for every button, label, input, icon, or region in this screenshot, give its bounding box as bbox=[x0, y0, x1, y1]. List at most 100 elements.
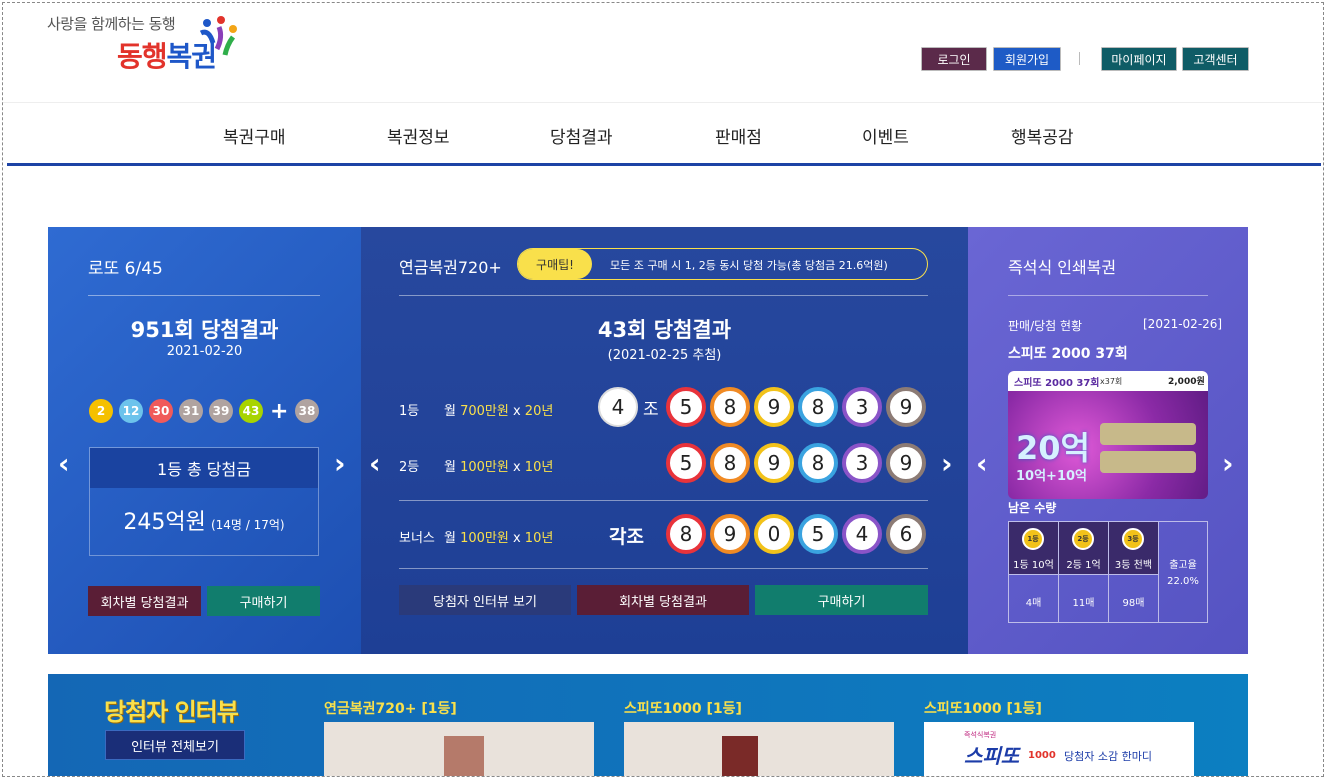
group-ball: 4 bbox=[598, 387, 638, 427]
remain-prize-label: 1등 10억 bbox=[1013, 560, 1054, 571]
rank1-prize: 월 700만원 x 20년 bbox=[444, 404, 554, 419]
interview-thumb-3[interactable]: 즉석식복권 스피또 1000 당첨자 소감 한마디 bbox=[924, 722, 1194, 776]
pension-number-ball: 9 bbox=[710, 514, 750, 554]
nav-underline bbox=[7, 163, 1321, 166]
pension-number-ball: 9 bbox=[754, 443, 794, 483]
lotto-next-arrow[interactable]: › bbox=[334, 447, 346, 480]
logo-slogan: 사랑을 함께하는 동행 bbox=[47, 15, 176, 33]
pension-number-ball: 9 bbox=[886, 443, 926, 483]
pension-number-ball: 3 bbox=[842, 387, 882, 427]
main-nav: 복권구매 복권정보 당첨결과 판매점 이벤트 행복공감 bbox=[3, 102, 1323, 166]
lotto-ball: 31 bbox=[179, 399, 203, 423]
interview-thumb-2[interactable] bbox=[624, 722, 894, 776]
pension-number-ball: 0 bbox=[754, 514, 794, 554]
pension-number-ball: 8 bbox=[798, 387, 838, 427]
nav-item-event[interactable]: 이벤트 bbox=[862, 123, 909, 148]
mypage-button[interactable]: 마이페이지 bbox=[1101, 47, 1177, 71]
prize-amount: 245억원 (14명 / 17억) bbox=[123, 510, 285, 535]
pension-prev-arrow[interactable]: ‹ bbox=[369, 447, 381, 480]
prize-label: 1등 총 당첨금 bbox=[90, 448, 318, 488]
instant-panel: 즉석식 인쇄복권 판매/당첨 현황 [2021-02-26] 스피또 2000 … bbox=[968, 227, 1248, 654]
signup-button[interactable]: 회원가입 bbox=[993, 47, 1061, 71]
medal-icon: 2등 bbox=[1072, 528, 1094, 550]
lotto-buy-button[interactable]: 구매하기 bbox=[207, 586, 320, 616]
remain-prize-label: 2등 1억 bbox=[1066, 560, 1101, 571]
tip-text: 모든 조 구매 시 1, 2등 동시 당첨 가능(총 당첨금 21.6억원) bbox=[610, 259, 888, 272]
tip-label: 구매팁! bbox=[518, 249, 592, 279]
remain-label: 남은 수량 bbox=[1008, 501, 1057, 515]
pension-number-ball: 5 bbox=[798, 514, 838, 554]
remain-prize-label: 3등 천백 bbox=[1114, 560, 1153, 571]
card-sub: 10억+10억 bbox=[1016, 469, 1087, 484]
pension-number-ball: 8 bbox=[710, 387, 750, 427]
customer-center-button[interactable]: 고객센터 bbox=[1182, 47, 1249, 71]
instant-next-arrow[interactable]: › bbox=[1222, 447, 1234, 480]
card-price: 2,000원 bbox=[1168, 377, 1205, 387]
nav-item-results[interactable]: 당첨결과 bbox=[550, 123, 613, 148]
remain-column: 3등 3등 천백 98매 bbox=[1109, 522, 1159, 622]
buy-tip: 구매팁! 모든 조 구매 시 1, 2등 동시 당첨 가능(총 당첨금 21.6… bbox=[517, 248, 928, 280]
rank2-prize: 월 100만원 x 10년 bbox=[444, 460, 554, 475]
divider bbox=[1079, 52, 1080, 65]
pension-number-ball: 4 bbox=[842, 514, 882, 554]
group-suffix: 조 bbox=[643, 400, 659, 420]
remain-count: 4매 bbox=[1025, 598, 1042, 609]
game-name: 스피또 2000 37회 bbox=[1008, 346, 1128, 362]
results-banner: 로또 6/45 951회 당첨결과 2021-02-20 2 12 30 31 39 43… bbox=[48, 227, 1248, 654]
spitto-num: 1000 bbox=[1028, 750, 1056, 761]
rank1-label: 1등 bbox=[399, 404, 420, 419]
spitto-small-label: 즉석식복권 bbox=[964, 731, 997, 739]
lotto-results-button[interactable]: 회차별 당첨결과 bbox=[88, 586, 201, 616]
remain-table: 1등 1등 10억 4매 2등 2등 1억 11매 3등 3등 천백 98매 출고율 22.0% bbox=[1008, 521, 1208, 623]
bonus-ball: 38 bbox=[295, 399, 319, 423]
nav-item-stores[interactable]: 판매점 bbox=[715, 123, 762, 148]
rank2-label: 2등 bbox=[399, 460, 420, 475]
pension-round: 43회 당첨결과 bbox=[597, 318, 732, 342]
lotto-ball: 2 bbox=[89, 399, 113, 423]
header: 사랑을 함께하는 동행 동행복권 로그인 회원가입 마이페이지 고객센터 bbox=[3, 3, 1323, 103]
pension-panel: 연금복권720+ 구매팁! 모든 조 구매 시 1, 2등 동시 당첨 가능(총… bbox=[361, 227, 968, 654]
interview-item-2-title[interactable]: 스피또1000 [1등] bbox=[624, 698, 742, 718]
plus-sign: + bbox=[270, 399, 289, 424]
medal-icon: 3등 bbox=[1122, 528, 1144, 550]
pension-buy-button[interactable]: 구매하기 bbox=[755, 585, 928, 615]
spitto-caption: 당첨자 소감 한마디 bbox=[1064, 750, 1152, 763]
interview-item-3-title[interactable]: 스피또1000 [1등] bbox=[924, 698, 1042, 718]
pension-number-ball: 8 bbox=[666, 514, 706, 554]
interview-section: 당첨자 인터뷰 인터뷰 전체보기 연금복권720+ [1등] 스피또1000 [… bbox=[48, 674, 1248, 776]
pension-number-ball: 9 bbox=[754, 387, 794, 427]
lotto-prev-arrow[interactable]: ‹ bbox=[58, 447, 70, 480]
spitto-card-image[interactable]: 스피또 2000 37회 x37회 2,000원 20억 10억+10억 bbox=[1008, 371, 1208, 499]
nav-item-info[interactable]: 복권정보 bbox=[387, 123, 450, 148]
pension-next-arrow[interactable]: › bbox=[941, 447, 953, 480]
status-date: [2021-02-26] bbox=[1143, 317, 1223, 331]
lotto-ball: 12 bbox=[119, 399, 143, 423]
nav-item-buy[interactable]: 복권구매 bbox=[223, 123, 286, 148]
pension-number-ball: 5 bbox=[666, 443, 706, 483]
nav-item-happiness[interactable]: 행복공감 bbox=[1011, 123, 1074, 148]
sales-status-label: 판매/당첨 현황 bbox=[1008, 319, 1083, 333]
interview-thumb-1[interactable] bbox=[324, 722, 594, 776]
bonus-prize: 월 100만원 x 10년 bbox=[444, 531, 554, 546]
lotto-title: 로또 6/45 bbox=[88, 259, 163, 279]
lotto-ball: 43 bbox=[239, 399, 263, 423]
pension-number-ball: 6 bbox=[886, 514, 926, 554]
scratch-area-2 bbox=[1100, 451, 1196, 473]
logo-text-a: 동행 bbox=[117, 40, 168, 73]
remain-count: 11매 bbox=[1072, 598, 1095, 609]
prize-box: 1등 총 당첨금 245억원 (14명 / 17억) bbox=[89, 447, 319, 556]
pension-number-ball: 3 bbox=[842, 443, 882, 483]
login-button[interactable]: 로그인 bbox=[921, 47, 987, 71]
pension-number-ball: 8 bbox=[710, 443, 750, 483]
pension-results-button[interactable]: 회차별 당첨결과 bbox=[577, 585, 749, 615]
card-round: x37회 bbox=[1100, 377, 1123, 386]
interview-item-1-title[interactable]: 연금복권720+ [1등] bbox=[324, 698, 457, 718]
medal-icon: 1등 bbox=[1022, 528, 1044, 550]
each-group: 각조 bbox=[609, 526, 644, 548]
interview-all-button[interactable]: 인터뷰 전체보기 bbox=[105, 730, 245, 760]
instant-prev-arrow[interactable]: ‹ bbox=[976, 447, 988, 480]
pension-number-ball: 8 bbox=[798, 443, 838, 483]
spitto-logo: 스피또 bbox=[964, 744, 1020, 768]
winner-interview-button[interactable]: 당첨자 인터뷰 보기 bbox=[399, 585, 571, 615]
shipping-rate: 출고율 22.0% bbox=[1167, 560, 1199, 587]
